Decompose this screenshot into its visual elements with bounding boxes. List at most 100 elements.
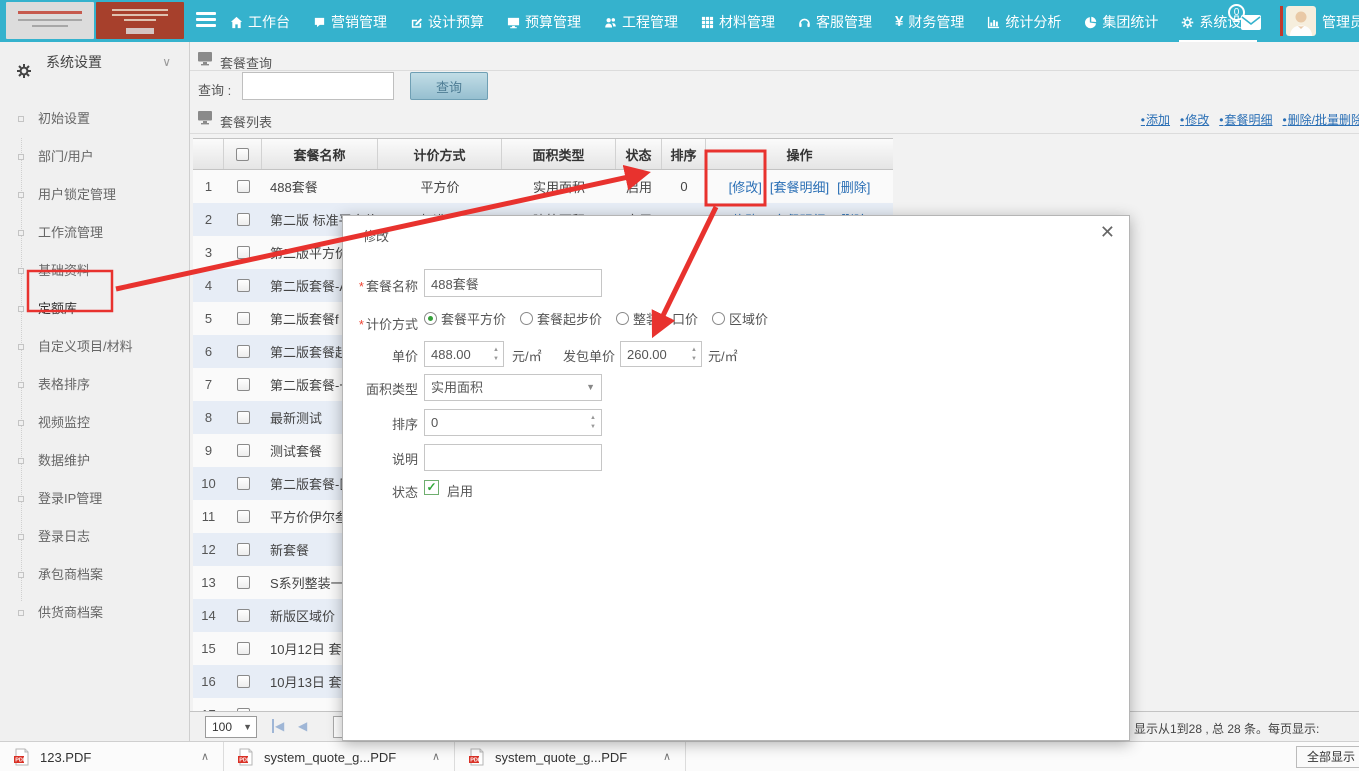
row-checkbox[interactable]	[237, 312, 250, 325]
sidebar-item-14[interactable]: 供货商档案	[0, 594, 190, 632]
tree-node-icon	[18, 154, 24, 160]
pricing-radio-1[interactable]: 套餐平方价	[424, 309, 506, 328]
row-checkbox[interactable]	[237, 510, 250, 523]
nav-item-users[interactable]: 工程管理	[602, 0, 680, 42]
nav-item-monitor[interactable]: 预算管理	[505, 0, 583, 42]
list-panel-title: 套餐列表	[220, 112, 272, 131]
row-checkbox[interactable]	[237, 576, 250, 589]
pdf-file-icon: PDF	[14, 748, 30, 766]
sidebar-item-2[interactable]: 部门/用户	[0, 138, 190, 176]
modify-link[interactable]: [修改]	[729, 177, 762, 196]
sidebar-item-9[interactable]: 视频监控	[0, 404, 190, 442]
sidebar-item-6[interactable]: 定额库	[0, 290, 190, 328]
nav-item-home[interactable]: 工作台	[228, 0, 292, 42]
sidebar-header[interactable]: 系统设置 ∨	[0, 42, 189, 82]
row-checkbox[interactable]	[237, 180, 250, 193]
first-page-button[interactable]: ◀	[272, 719, 284, 733]
download-item-1[interactable]: PDF123.PDF∧	[0, 742, 224, 771]
row-checkbox[interactable]	[237, 642, 250, 655]
query-button[interactable]: 查询	[410, 72, 488, 100]
toolbar-link-2[interactable]: 修改	[1180, 113, 1209, 127]
row-number: 7	[193, 368, 224, 401]
sidebar-item-12[interactable]: 登录日志	[0, 518, 190, 556]
edit-modal: 修改 ✕ *套餐名称 *计价方式 套餐平方价套餐起步价整装一口价区域价 单价 ▲…	[342, 215, 1130, 741]
caret-down-icon: ▼	[586, 375, 595, 400]
row-number: 4	[193, 269, 224, 302]
unit-price-stepper[interactable]: ▲▼	[489, 342, 503, 366]
nav-item-edit[interactable]: 设计预算	[408, 0, 486, 42]
show-all-downloads-button[interactable]: 全部显示	[1296, 746, 1359, 768]
contract-price-stepper[interactable]: ▲▼	[687, 342, 701, 366]
tree-node-icon	[18, 610, 24, 616]
pricing-field-label: *计价方式	[343, 314, 418, 333]
envelope-icon	[1240, 14, 1262, 34]
status-checkbox[interactable]: ✓	[424, 480, 439, 495]
browser-tab-thumbnail-2[interactable]	[96, 2, 184, 39]
area-type-select[interactable]: 实用面积▼	[424, 374, 602, 401]
sidebar-item-10[interactable]: 数据维护	[0, 442, 190, 480]
home-icon	[230, 16, 243, 29]
package-detail-link[interactable]: [套餐明细]	[770, 177, 829, 196]
user-avatar[interactable]	[1286, 6, 1316, 36]
sidebar-item-7[interactable]: 自定义项目/材料	[0, 328, 190, 366]
sidebar-item-3[interactable]: 用户锁定管理	[0, 176, 190, 214]
divider	[190, 133, 1359, 134]
row-checkbox[interactable]	[237, 543, 250, 556]
menu-hamburger-icon[interactable]	[196, 12, 216, 28]
row-checkbox[interactable]	[237, 444, 250, 457]
gear-icon	[16, 54, 32, 94]
tree-node-icon	[18, 268, 24, 274]
nav-item-yen[interactable]: ¥财务管理	[893, 0, 966, 42]
row-checkbox[interactable]	[237, 213, 250, 226]
pricing-radio-4[interactable]: 区域价	[712, 309, 768, 328]
nav-item-chat[interactable]: 营销管理	[311, 0, 389, 42]
row-checkbox[interactable]	[237, 675, 250, 688]
row-checkbox[interactable]	[237, 378, 250, 391]
delete-link[interactable]: [删除]	[837, 177, 870, 196]
modal-title: 修改	[363, 226, 389, 245]
nav-item-pie[interactable]: 集团统计	[1082, 0, 1160, 42]
sort-stepper[interactable]: ▲▼	[586, 410, 600, 435]
toolbar-link-1[interactable]: 添加	[1141, 113, 1170, 127]
sidebar-item-4[interactable]: 工作流管理	[0, 214, 190, 252]
row-checkbox[interactable]	[237, 246, 250, 259]
query-input[interactable]	[242, 72, 394, 100]
row-checkbox[interactable]	[237, 345, 250, 358]
user-name[interactable]: 管理员	[1322, 12, 1359, 32]
sidebar-item-1[interactable]: 初始设置	[0, 100, 190, 138]
download-item-2[interactable]: PDFsystem_quote_g...PDF∧	[224, 742, 455, 771]
row-checkbox[interactable]	[237, 279, 250, 292]
main-nav: 工作台营销管理设计预算预算管理工程管理材料管理客服管理 ¥财务管理统计分析集团统计…	[228, 0, 1276, 42]
messages-button[interactable]: 0	[1228, 4, 1272, 38]
row-checkbox[interactable]	[237, 411, 250, 424]
row-checkbox[interactable]	[237, 609, 250, 622]
sidebar-item-label: 用户锁定管理	[38, 187, 116, 202]
note-input[interactable]	[424, 444, 602, 471]
pricing-radio-3[interactable]: 整装一口价	[616, 309, 698, 328]
sidebar-item-5[interactable]: 基础资料	[0, 252, 190, 290]
browser-tab-thumbnail-1[interactable]	[6, 2, 94, 39]
caret-up-icon: ∧	[663, 750, 671, 763]
package-name-input[interactable]	[424, 269, 602, 297]
monitor-icon	[197, 110, 213, 128]
nav-item-grid[interactable]: 材料管理	[699, 0, 777, 42]
pricing-radio-group: 套餐平方价套餐起步价整装一口价区域价	[424, 309, 768, 328]
select-all-checkbox[interactable]	[236, 148, 249, 161]
pricing-radio-2[interactable]: 套餐起步价	[520, 309, 602, 328]
sidebar-item-8[interactable]: 表格排序	[0, 366, 190, 404]
sidebar-item-11[interactable]: 登录IP管理	[0, 480, 190, 518]
nav-item-chart[interactable]: 统计分析	[985, 0, 1063, 42]
row-checkbox[interactable]	[237, 477, 250, 490]
previous-page-button[interactable]: ◀	[298, 719, 307, 733]
unit-price-label: 单价	[343, 346, 418, 365]
toolbar-link-3[interactable]: 套餐明细	[1219, 113, 1272, 127]
close-icon[interactable]: ✕	[1100, 222, 1115, 243]
page-size-select[interactable]: 100▼	[205, 716, 257, 738]
sort-input[interactable]	[424, 409, 602, 436]
sidebar-item-13[interactable]: 承包商档案	[0, 556, 190, 594]
monitor-icon	[507, 16, 520, 29]
headset-icon	[798, 16, 811, 29]
toolbar-link-4[interactable]: 删除/批量删除	[1282, 113, 1359, 127]
download-item-3[interactable]: PDFsystem_quote_g...PDF∧	[455, 742, 686, 771]
nav-item-headset[interactable]: 客服管理	[796, 0, 874, 42]
